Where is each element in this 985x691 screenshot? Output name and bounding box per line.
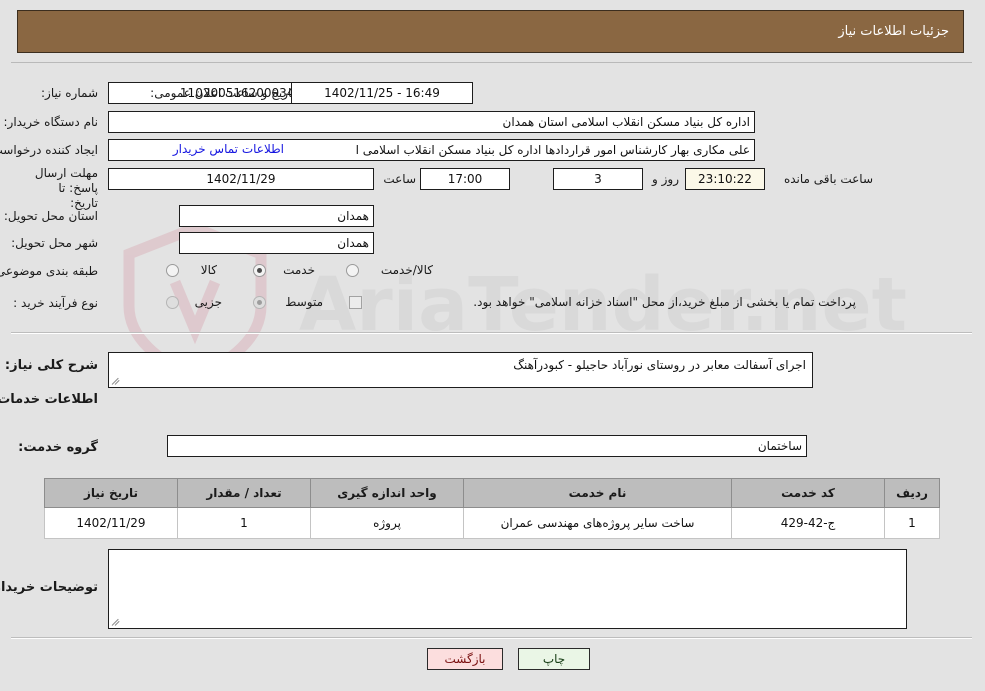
cell-code: ج-42-429 [732, 507, 886, 539]
service-group-value: ساختمان [168, 435, 808, 457]
announce-label: تاریخ و ساعت اعلان عمومی: [151, 86, 296, 100]
city-value: همدان [180, 232, 375, 254]
cell-radif: 1 [885, 507, 941, 539]
divider-top [12, 332, 973, 334]
summary-textarea[interactable]: اجرای آسفالت معابر در روستای نورآباد حاج… [109, 352, 814, 388]
category-radio-khedmat[interactable] [254, 264, 267, 277]
col-date: تاریخ نیاز [45, 478, 179, 508]
table-row: 1 ج-42-429 ساخت سایر پروژه‌های مهندسی عم… [45, 507, 941, 539]
cell-unit: پروژه [311, 507, 465, 539]
category-radio-kala-khedmat[interactable] [347, 264, 360, 277]
cell-name: ساخت سایر پروژه‌های مهندسی عمران [464, 507, 733, 539]
col-unit: واحد اندازه گیری [311, 478, 465, 508]
remaining-days-value: 3 [554, 168, 644, 190]
treasury-checkbox[interactable] [350, 296, 363, 309]
buyer-notes-textarea[interactable] [109, 549, 908, 629]
process-option-label-0: جزیی [195, 295, 223, 309]
col-qty: تعداد / مقدار [178, 478, 312, 508]
col-code: کد خدمت [732, 478, 886, 508]
summary-label: شرح کلی نیاز: [5, 358, 99, 373]
summary-value: اجرای آسفالت معابر در روستای نورآباد حاج… [514, 358, 807, 372]
col-radif: ردیف [885, 478, 941, 508]
remaining-time-value: 23:10:22 [686, 168, 766, 190]
process-label: نوع فرآیند خرید : [14, 296, 99, 310]
print-button[interactable]: چاپ [519, 648, 591, 670]
divider-footer [12, 637, 973, 639]
category-label: طبقه بندی موضوعی: [0, 264, 99, 278]
page-title: جزئیات اطلاعات نیاز [839, 24, 950, 39]
back-button[interactable]: بازگشت [428, 648, 504, 670]
page-header-bar: جزئیات اطلاعات نیاز [18, 10, 965, 53]
need-number-label: شماره نیاز: [42, 86, 99, 100]
process-radio-jozei[interactable] [167, 296, 180, 309]
buyer-notes-label: توضیحات خریدار: [0, 580, 99, 595]
deadline-hour-value: 17:00 [421, 168, 511, 190]
process-radio-motavaset[interactable] [254, 296, 267, 309]
services-table: ردیف کد خدمت نام خدمت واحد اندازه گیری ت… [45, 478, 941, 539]
city-label: شهر محل تحویل: [12, 236, 99, 250]
services-heading: اطلاعات خدمات مورد نیاز [0, 392, 99, 407]
category-radio-kala[interactable] [167, 264, 180, 277]
category-option-label-0: کالا [201, 263, 218, 277]
service-group-label: گروه خدمت: [19, 440, 99, 455]
col-name: نام خدمت [464, 478, 733, 508]
remaining-time-label: ساعت باقی مانده [784, 172, 874, 186]
category-option-label-1: خدمت [284, 263, 316, 277]
province-value: همدان [180, 205, 375, 227]
buyer-contact-link[interactable]: اطلاعات تماس خریدار [174, 142, 285, 156]
process-option-label-1: متوسط [286, 295, 324, 309]
deadline-hour-label: ساعت [384, 172, 417, 186]
category-option-label-2: کالا/خدمت [381, 263, 434, 277]
buyer-org-label: نام دستگاه خریدار: [4, 115, 100, 129]
treasury-checkbox-label: پرداخت تمام یا بخشی از مبلغ خرید،از محل … [474, 295, 857, 309]
announce-value: 16:49 - 1402/11/25 [292, 82, 474, 104]
province-label: استان محل تحویل: [4, 209, 99, 223]
remaining-days-label: روز و [653, 172, 680, 186]
creator-label: ایجاد کننده درخواست: [0, 143, 99, 157]
buyer-notes-value [110, 550, 907, 554]
table-header-row: ردیف کد خدمت نام خدمت واحد اندازه گیری ت… [45, 478, 941, 508]
deadline-date: 1402/11/29 [109, 168, 375, 190]
resize-grip-icon-2[interactable] [112, 615, 124, 627]
deadline-label: مهلت ارسال پاسخ: تا تاریخ: [35, 166, 99, 210]
cell-qty: 1 [178, 507, 312, 539]
buyer-org-value: اداره کل بنیاد مسکن انقلاب اسلامی استان … [109, 111, 756, 133]
services-table-wrap: ردیف کد خدمت نام خدمت واحد اندازه گیری ت… [45, 478, 941, 539]
cell-date: 1402/11/29 [45, 507, 179, 539]
resize-grip-icon[interactable] [112, 374, 124, 386]
